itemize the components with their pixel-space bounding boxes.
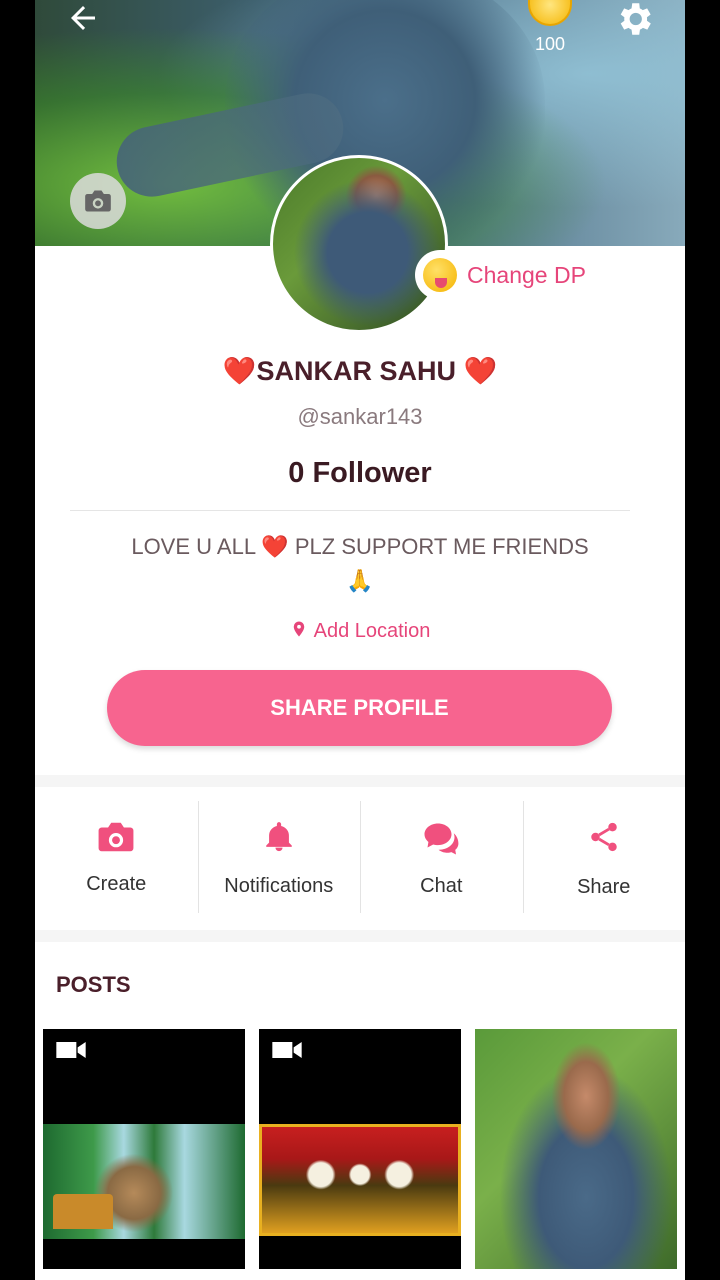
posts-heading: POSTS xyxy=(56,972,131,997)
change-dp-label: Change DP xyxy=(467,261,586,288)
profile-handle: @sankar143 xyxy=(297,404,423,429)
create-label: Create xyxy=(86,873,147,895)
share-action[interactable]: Share xyxy=(522,787,686,930)
action-bar: Create Notifications Chat Share xyxy=(35,787,685,930)
tongue-emoji-icon xyxy=(423,258,457,292)
gear-icon xyxy=(620,3,651,35)
post-image xyxy=(475,1029,677,1269)
profile-screen: 100 Change DP ❤️SANKAR SAHU ❤️ @sankar14… xyxy=(35,0,685,1280)
section-gap xyxy=(35,930,685,942)
chat-label: Chat xyxy=(420,875,463,897)
chat-action[interactable]: Chat xyxy=(360,787,523,930)
profile-bio: LOVE U ALL ❤️ PLZ SUPPORT ME FRIENDS 🙏 xyxy=(85,530,635,598)
chat-icon xyxy=(424,823,459,855)
share-label: Share xyxy=(577,876,631,898)
camera-icon xyxy=(85,190,111,212)
heart-icon: ❤️ xyxy=(463,356,498,386)
post-image xyxy=(43,1124,245,1239)
bio-line: LOVE U ALL ❤️ PLZ SUPPORT ME FRIENDS xyxy=(131,534,589,559)
change-dp-button[interactable]: Change DP xyxy=(415,250,593,300)
divider xyxy=(70,510,630,511)
coin-balance[interactable]: 100 xyxy=(525,0,575,55)
profile-name-text: SANKAR SAHU xyxy=(256,356,456,386)
add-location-label: Add Location xyxy=(313,620,431,642)
video-camera-icon xyxy=(272,1042,302,1058)
bell-icon xyxy=(266,822,292,852)
camera-icon xyxy=(98,822,134,852)
video-camera-icon xyxy=(56,1042,86,1058)
share-icon xyxy=(591,822,617,852)
heart-icon: ❤️ xyxy=(222,356,257,386)
follower-count[interactable]: 0 Follower xyxy=(35,457,685,490)
post-thumbnail[interactable] xyxy=(259,1029,461,1269)
create-action[interactable]: Create xyxy=(35,787,198,930)
change-cover-button[interactable] xyxy=(70,173,126,229)
settings-button[interactable] xyxy=(613,0,657,38)
share-profile-button[interactable]: SHARE PROFILE xyxy=(107,670,612,746)
add-location-link[interactable]: Add Location xyxy=(35,618,685,643)
coin-icon xyxy=(528,0,572,26)
back-arrow-icon xyxy=(71,6,95,30)
post-image xyxy=(259,1124,461,1236)
post-thumbnail[interactable] xyxy=(475,1029,677,1269)
coin-count: 100 xyxy=(534,34,566,54)
section-gap xyxy=(35,775,685,787)
location-pin-icon xyxy=(293,621,304,637)
bio-line: 🙏 xyxy=(346,568,374,593)
notifications-label: Notifications xyxy=(224,875,334,897)
post-thumbnail[interactable] xyxy=(43,1029,245,1269)
back-button[interactable] xyxy=(65,0,105,36)
avatar[interactable] xyxy=(270,155,448,333)
profile-name: ❤️SANKAR SAHU ❤️ xyxy=(35,355,685,387)
notifications-action[interactable]: Notifications xyxy=(197,787,361,930)
